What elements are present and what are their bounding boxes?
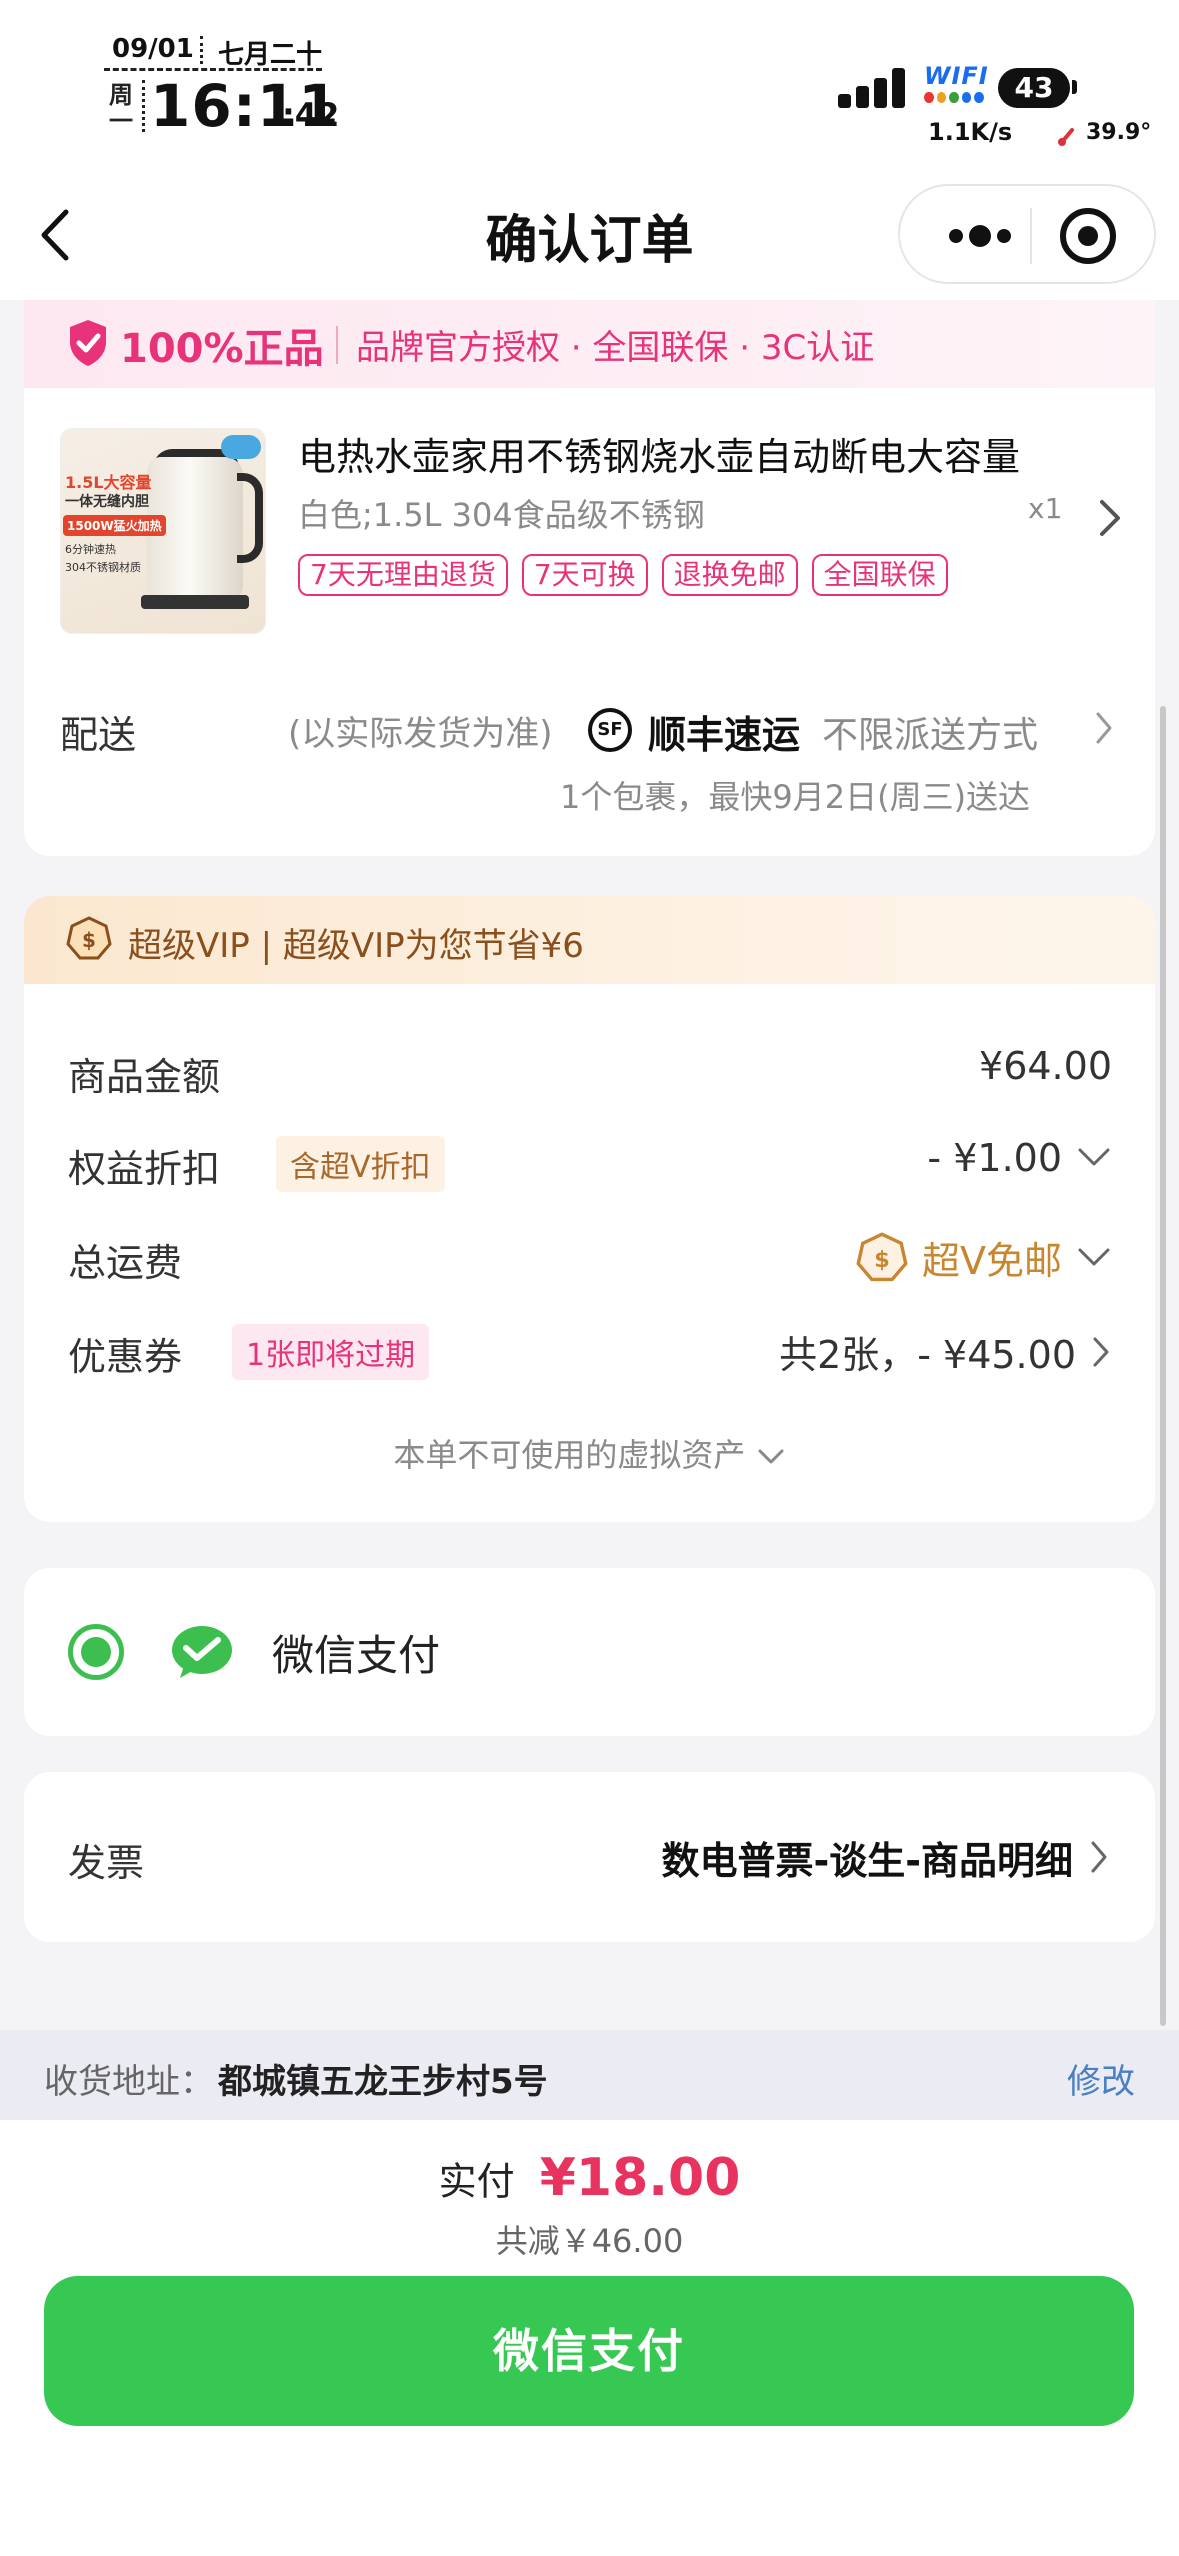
chevron-right-icon[interactable] [1092, 708, 1116, 748]
goods-amount: ¥64.00 [979, 1044, 1112, 1088]
checkout-footer: 实付 ¥18.00 共减￥46.00 微信支付 [0, 2120, 1179, 2556]
invoice-card[interactable]: 发票 数电普票-谈生-商品明细 [24, 1772, 1155, 1942]
wechat-pay-button[interactable]: 微信支付 [44, 2276, 1134, 2426]
genuine-subtitle: 品牌官方授权 · 全国联保 · 3C认证 [356, 328, 875, 368]
svg-text:$: $ [82, 928, 96, 952]
shipping-fee-label: 总运费 [68, 1241, 183, 1285]
status-seconds: :42 [282, 96, 340, 134]
product-image[interactable]: 1.5L大容量 一体无缝内胆 1500W猛火加热 6分钟速热 304不锈钢材质 [60, 428, 266, 634]
battery-tip [1072, 80, 1077, 94]
chevron-down-icon [758, 1449, 784, 1464]
invoice-value: 数电普票-谈生-商品明细 [661, 1839, 1073, 1883]
discount-value: - ¥1.00 [927, 1136, 1062, 1180]
wifi-icon: WIFI [924, 62, 989, 103]
chevron-right-icon[interactable] [1090, 1334, 1112, 1370]
sf-express-icon: SF [588, 708, 632, 752]
service-tag: 7天可换 [521, 554, 648, 596]
status-divider-2 [142, 80, 145, 132]
vip-banner[interactable]: $ 超级VIP | 超级VIP为您节省¥6 [24, 896, 1155, 984]
shipping-label: 配送 [60, 713, 137, 757]
close-mini-program-button[interactable] [1060, 208, 1116, 264]
shipping-note: (以实际发货为准) [288, 714, 553, 754]
product-quantity: x1 [1028, 492, 1063, 525]
service-tag: 退换免邮 [661, 554, 798, 596]
vip-text: 超级VIP | 超级VIP为您节省¥6 [128, 926, 584, 966]
shipping-carrier[interactable]: 顺丰速运 [648, 704, 800, 759]
mini-program-capsule [898, 184, 1156, 284]
shipping-fee-value: 超V免邮 [922, 1239, 1062, 1283]
service-tags: 7天无理由退货 7天可换 退换免邮 全国联保 [298, 554, 948, 596]
product-spec: 白色;1.5L 304食品级不锈钢 [298, 496, 705, 534]
price-card: $ 超级VIP | 超级VIP为您节省¥6 商品金额 ¥64.00 权益折扣 含… [24, 896, 1155, 1522]
cellular-signal-icon [838, 66, 908, 108]
shipping-fee-row[interactable]: 总运费 $ 超V免邮 [68, 1226, 1112, 1286]
product-image-text: 一体无缝内胆 [65, 494, 149, 510]
wifi-label: WIFI [924, 62, 989, 90]
status-divider [200, 36, 203, 64]
vip-coin-icon: $ [856, 1231, 908, 1281]
product-card: 100%正品 品牌官方授权 · 全国联保 · 3C认证 1.5L大容量 一体无缝… [24, 300, 1155, 856]
invoice-label: 发票 [68, 1841, 145, 1885]
chevron-down-icon[interactable] [1076, 1146, 1112, 1170]
product-image-text: 1.5L大容量 [65, 473, 152, 492]
total-saved: 共减￥46.00 [495, 2222, 684, 2260]
genuine-label: 100%正品 [120, 326, 324, 372]
service-tag: 全国联保 [811, 554, 948, 596]
temperature: 39.9° [1086, 120, 1152, 145]
scrollbar[interactable] [1160, 706, 1166, 2026]
discount-chip: 含超V折扣 [276, 1136, 445, 1192]
goods-amount-row: 商品金额 ¥64.00 [68, 1040, 1112, 1100]
shield-check-icon [70, 320, 106, 366]
actual-payment: 实付 ¥18.00 [0, 2148, 1179, 2208]
status-date: 09/01 [112, 34, 194, 64]
product-title[interactable]: 电热水壶家用不锈钢烧水壶自动断电大容量 [298, 426, 1098, 481]
payment-radio[interactable] [68, 1624, 124, 1680]
battery-level: 43 [998, 68, 1070, 108]
coupon-row[interactable]: 优惠券 1张即将过期 共2张，- ¥45.00 [68, 1320, 1112, 1380]
address-label: 收货地址： [44, 2062, 214, 2102]
svg-text:$: $ [874, 1247, 890, 1273]
payment-method-label: 微信支付 [272, 1631, 441, 1680]
coupon-expiry-chip: 1张即将过期 [232, 1324, 430, 1380]
more-button[interactable] [930, 186, 1030, 286]
goods-amount-label: 商品金额 [68, 1055, 221, 1099]
address-bar: 收货地址： 都城镇五龙王步村5号 修改 [0, 2030, 1179, 2120]
service-tag: 7天无理由退货 [298, 554, 508, 596]
shipping-mode[interactable]: 不限派送方式 [822, 706, 1038, 758]
more-dots-icon [949, 225, 1011, 247]
discount-value-wrap: - ¥1.00 [927, 1136, 1112, 1180]
chevron-down-icon[interactable] [1076, 1246, 1112, 1270]
shipping-eta: 1个包裹，最快9月2日(周三)送达 [560, 778, 1031, 816]
status-bar: 09/01 七月二十 周一 16:11 :42 WIFI 43 1.1K/s 3… [0, 0, 1179, 170]
nav-bar: 确认订单 [0, 170, 1179, 300]
discount-row[interactable]: 权益折扣 含超V折扣 - ¥1.00 [68, 1132, 1112, 1192]
virtual-assets-toggle[interactable]: 本单不可使用的虚拟资产 [24, 1430, 1155, 1476]
coupon-value: 共2张，- ¥45.00 [779, 1333, 1076, 1377]
genuine-banner: 100%正品 品牌官方授权 · 全国联保 · 3C认证 [24, 300, 1155, 388]
network-speed: 1.1K/s [928, 118, 1013, 146]
edit-address-button[interactable]: 修改 [1067, 2054, 1135, 2103]
payment-method-card[interactable]: 微信支付 [24, 1568, 1155, 1736]
genuine-divider [336, 326, 338, 364]
status-lunar-date: 七月二十 [218, 40, 323, 70]
shipping-fee-value-wrap: $ 超V免邮 [856, 1230, 1112, 1285]
wechat-pay-icon [172, 1626, 232, 1678]
actual-payment-label: 实付 [438, 2159, 515, 2204]
coupon-value-wrap: 共2张，- ¥45.00 [779, 1324, 1112, 1379]
thermometer-icon [1058, 124, 1078, 146]
virtual-assets-note: 本单不可使用的虚拟资产 [393, 1436, 746, 1474]
status-dash-line [104, 68, 322, 71]
product-image-text: 6分钟速热 [65, 543, 116, 556]
product-image-text: 304不锈钢材质 [65, 561, 141, 574]
status-weekday: 周一 [109, 81, 133, 135]
vip-coin-icon: $ [66, 916, 112, 960]
chevron-right-icon[interactable] [1088, 1838, 1110, 1876]
goods-amount-value: ¥64.00 [979, 1044, 1112, 1088]
coupon-label: 优惠券 [68, 1335, 183, 1379]
address-value: 都城镇五龙王步村5号 [218, 2062, 548, 2102]
product-image-text: 1500W猛火加热 [63, 515, 166, 536]
actual-payment-amount: ¥18.00 [539, 2148, 741, 2208]
chevron-right-icon[interactable] [1094, 496, 1124, 540]
discount-label: 权益折扣 [68, 1147, 221, 1191]
